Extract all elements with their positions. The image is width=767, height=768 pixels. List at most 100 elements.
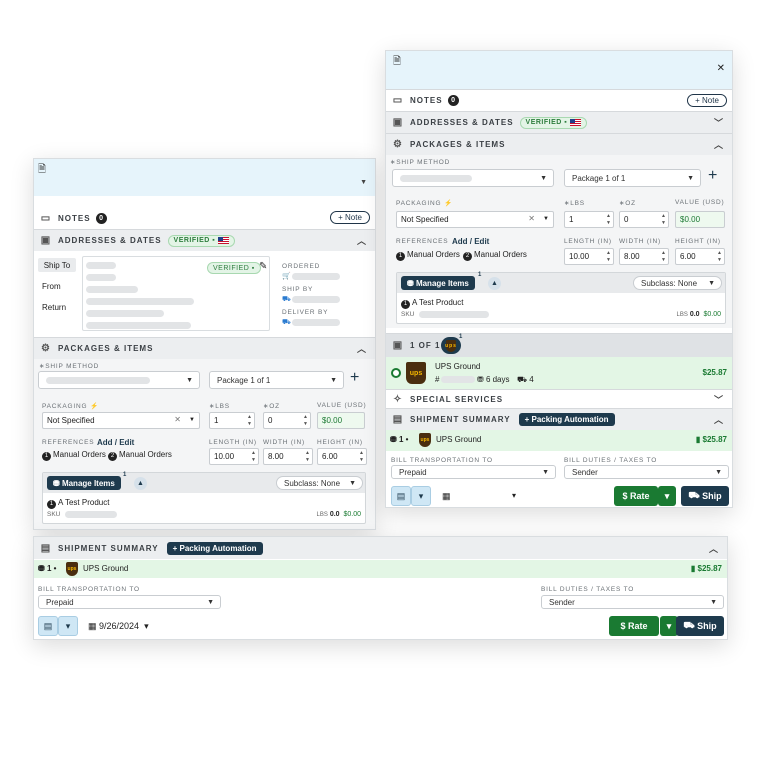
bill-duties-select[interactable]: Sender ▼ [541, 595, 724, 609]
packing-automation-button[interactable]: + Packing Automation [166, 541, 263, 555]
edit-pencil-icon[interactable]: ✎ [259, 261, 267, 272]
chevron-up-icon[interactable]: ︿ [714, 413, 724, 426]
manage-items-label: Manage Items [415, 278, 469, 288]
spinner-icon[interactable]: ▲ ▼ [303, 414, 308, 428]
packaging-label: PACKAGING ⚡ [396, 199, 453, 207]
document-icon[interactable]: 🗎 [393, 54, 401, 71]
tab-from[interactable]: From [42, 282, 61, 291]
packages-label: PACKAGES & ITEMS [58, 344, 154, 353]
height-input[interactable]: 6.00 ▲ ▼ [317, 448, 367, 465]
chevron-up-icon[interactable]: ︿ [357, 234, 367, 247]
width-input[interactable]: 8.00 ▲ ▼ [263, 448, 313, 465]
spinner-icon[interactable]: ▲ ▼ [661, 213, 666, 227]
spinner-icon[interactable]: ▲ ▼ [606, 213, 611, 227]
lbs-input[interactable]: 1 ▲ ▼ [564, 211, 614, 228]
oz-value: 0 [624, 215, 629, 224]
bill-transport-select[interactable]: Prepaid ▼ [38, 595, 221, 609]
references-label: REFERENCES [396, 238, 448, 245]
oz-input[interactable]: 0 ▲ ▼ [619, 211, 669, 228]
spinner-icon[interactable]: ▲ ▼ [359, 450, 364, 464]
ship-date-picker[interactable]: ▦ 9/26/2024 ▾ [88, 621, 149, 632]
bill-transport-select[interactable]: Prepaid ▼ [391, 465, 556, 479]
spinner-icon[interactable]: ▲ ▼ [247, 414, 252, 428]
lbs-input[interactable]: 1 ▲ ▼ [209, 412, 255, 429]
value-input[interactable]: $0.00 [317, 412, 365, 429]
rate-trucks: ⛟ 4 [517, 375, 534, 384]
tab-ship-to[interactable]: Ship To [38, 258, 76, 272]
subclass-select[interactable]: Subclass: None ▼ [276, 476, 363, 490]
ups-filter-chip[interactable]: ups [441, 337, 461, 354]
chevron-down-icon[interactable]: ▾ [512, 491, 516, 500]
rate-button[interactable]: $ Rate [609, 616, 659, 636]
addresses-section[interactable]: ▣ ADDRESSES & DATES VERIFIED ▪ ︿ [34, 229, 375, 251]
addresses-section[interactable]: ▣ ADDRESSES & DATES VERIFIED ▪ ﹀ [386, 111, 732, 133]
document-icon[interactable]: 🗎 [38, 162, 46, 179]
height-input[interactable]: 6.00 ▲ ▼ [675, 248, 725, 265]
length-input[interactable]: 10.00 ▲ ▼ [564, 248, 614, 265]
add-package-icon[interactable]: + [708, 167, 717, 185]
add-note-label: Note [702, 96, 719, 105]
packages-section[interactable]: ⚙ PACKAGES & ITEMS ︿ [34, 337, 375, 359]
add-note-button[interactable]: + Note [330, 211, 370, 224]
spinner-icon[interactable]: ▲ ▼ [606, 250, 611, 264]
spinner-icon[interactable]: ▲ ▼ [305, 450, 310, 464]
shipment-summary-section[interactable]: ▤ SHIPMENT SUMMARY + Packing Automation … [386, 408, 732, 430]
rate-dropdown-button[interactable]: ▾ [658, 486, 676, 506]
ship-method-select[interactable]: ▼ [392, 169, 554, 187]
rate-radio[interactable] [391, 368, 401, 378]
subclass-select[interactable]: Subclass: None ▼ [633, 276, 722, 290]
packages-section[interactable]: ⚙ PACKAGES & ITEMS ︿ [386, 133, 732, 155]
spinner-icon[interactable]: ▲ ▼ [717, 250, 722, 264]
bill-duties-select[interactable]: Sender ▼ [564, 465, 729, 479]
warning-icon[interactable]: ▲ [488, 277, 501, 290]
add-package-icon[interactable]: + [350, 369, 359, 387]
packaging-label: PACKAGING ⚡ [42, 402, 99, 410]
add-note-button[interactable]: + Note [687, 94, 727, 107]
chevron-down-icon[interactable]: ﹀ [714, 116, 724, 129]
add-edit-link[interactable]: Add / Edit [452, 237, 489, 246]
spinner-icon[interactable]: ▲ ▼ [661, 250, 666, 264]
manage-items-count: 1 [123, 472, 127, 478]
ship-to-label: Ship To [43, 260, 71, 270]
manage-items-button[interactable]: ⛃ Manage Items [47, 476, 121, 490]
length-input[interactable]: 10.00 ▲ ▼ [209, 448, 259, 465]
items-box: ⛃ Manage Items 1 ▲ Subclass: None ▼ 1A Te… [396, 272, 726, 324]
chevron-up-icon[interactable]: ︿ [357, 342, 367, 355]
warning-icon[interactable]: ▲ [134, 477, 147, 490]
ship-date-picker[interactable]: ▦ [442, 491, 451, 502]
rate-button[interactable]: $ Rate [614, 486, 658, 506]
package-select[interactable]: Package 1 of 1 ▼ [564, 169, 701, 187]
width-input[interactable]: 8.00 ▲ ▼ [619, 248, 669, 265]
lbs-label: ∗LBS [209, 403, 230, 410]
manage-items-button[interactable]: ⛃ Manage Items [401, 276, 475, 290]
rate-option-row[interactable]: ups UPS Ground # ⛃ 6 days ⛟ 4 $25.87 [386, 357, 732, 389]
chevron-down-icon[interactable]: ▼ [360, 179, 367, 186]
document-dropdown-button[interactable]: ▾ [411, 486, 431, 506]
packaging-select[interactable]: Not Specified ✕ ▼ [42, 412, 200, 429]
summary-carrier: UPS Ground [436, 435, 482, 444]
packaging-select[interactable]: Not Specified ✕ ▼ [396, 211, 554, 228]
chevron-up-icon[interactable]: ︿ [714, 138, 724, 151]
document-dropdown-button[interactable]: ▾ [58, 616, 78, 636]
reference-2-num: 2 [463, 251, 472, 261]
ship-button[interactable]: ⛟ Ship [681, 486, 729, 506]
clear-icon[interactable]: ✕ [174, 415, 181, 424]
value-input[interactable]: $0.00 [675, 211, 725, 228]
ship-button[interactable]: ⛟ Ship [676, 616, 724, 636]
tab-return[interactable]: Return [42, 303, 66, 312]
ship-method-select[interactable]: ▼ [38, 371, 200, 389]
ship-method-label: ∗SHIP METHOD [390, 159, 451, 166]
shipment-summary-section[interactable]: ▤ SHIPMENT SUMMARY + Packing Automation … [34, 537, 727, 559]
document-button[interactable]: ▤ [38, 616, 58, 636]
package-select[interactable]: Package 1 of 1 ▼ [209, 371, 344, 389]
special-services-section[interactable]: ✧ SPECIAL SERVICES ﹀ [386, 389, 732, 408]
chevron-up-icon[interactable]: ︿ [709, 542, 719, 555]
chevron-down-icon[interactable]: ﹀ [714, 393, 724, 406]
oz-input[interactable]: 0 ▲ ▼ [263, 412, 311, 429]
packing-automation-button[interactable]: + Packing Automation [518, 413, 615, 426]
add-edit-link[interactable]: Add / Edit [97, 438, 134, 447]
clear-icon[interactable]: ✕ [528, 214, 535, 223]
close-icon[interactable]: ✕ [717, 63, 725, 74]
document-button[interactable]: ▤ [391, 486, 411, 506]
spinner-icon[interactable]: ▲ ▼ [251, 450, 256, 464]
